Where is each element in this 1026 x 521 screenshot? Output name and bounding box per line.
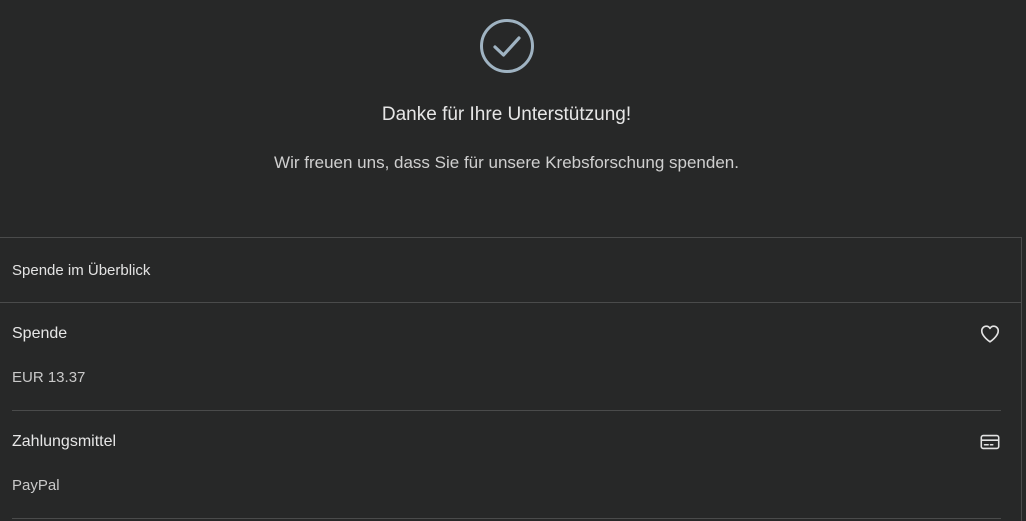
donation-amount: EUR 13.37: [12, 369, 86, 386]
summary-heading: Spende im Überblick: [0, 238, 1021, 303]
payment-method-value: PayPal: [12, 477, 60, 494]
heart-icon: [980, 325, 1000, 343]
credit-card-icon: [980, 434, 1000, 450]
payment-method-label: Zahlungsmittel: [12, 433, 117, 450]
donation-summary-card: Spende im Überblick Spende EUR 13.37 Zah…: [0, 237, 1022, 521]
payment-method-row: Zahlungsmittel PayPal: [12, 411, 1001, 519]
check-circle-icon: [480, 19, 534, 73]
donation-label: Spende: [12, 325, 68, 342]
confirmation-title: Danke für Ihre Unterstützung!: [381, 104, 632, 125]
donation-row: Spende EUR 13.37: [12, 303, 1001, 411]
confirmation-message: Wir freuen uns, dass Sie für unsere Kreb…: [274, 153, 739, 172]
